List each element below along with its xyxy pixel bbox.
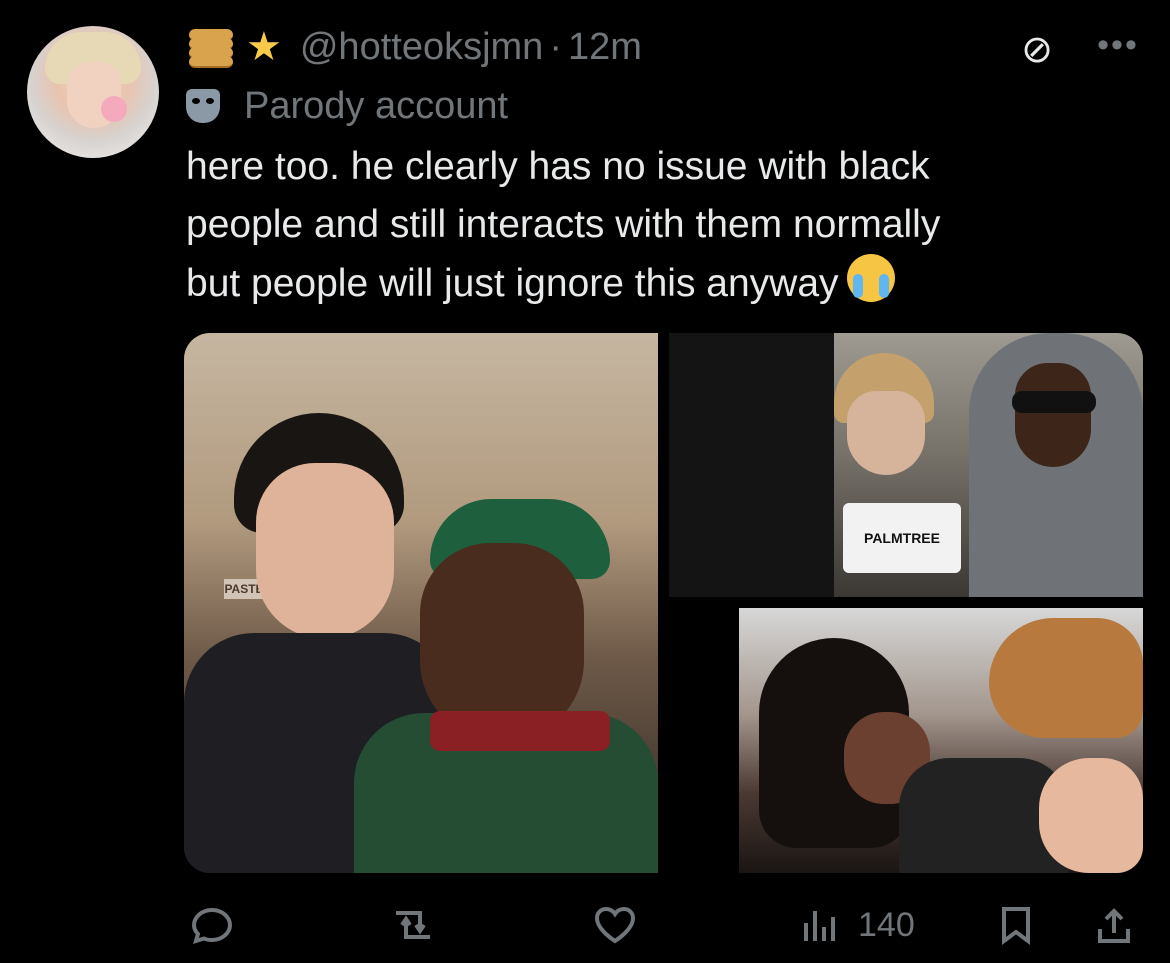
share-button[interactable] <box>1094 905 1134 945</box>
views-button[interactable] <box>800 905 840 945</box>
repost-icon <box>396 911 430 939</box>
share-icon <box>1098 908 1130 943</box>
blond-person-hair <box>989 618 1143 738</box>
glowing-star-icon: ★ <box>246 25 282 69</box>
right-person-sunglasses <box>1012 391 1096 413</box>
photo-left[interactable]: PASTE <box>184 333 658 873</box>
views-count: 140 <box>858 906 915 944</box>
smiling-person-face <box>1039 758 1143 873</box>
like-button[interactable] <box>593 905 637 945</box>
photo-bottom-right[interactable] <box>739 608 1143 873</box>
avatar[interactable] <box>27 26 159 158</box>
right-person-face <box>1015 363 1091 467</box>
mute-icon[interactable]: ⊘ <box>1017 30 1057 70</box>
palmtree-sign: PALMTREE <box>843 503 961 573</box>
repost-button[interactable] <box>388 905 438 945</box>
bookmark-icon <box>1002 907 1030 945</box>
person-one-face <box>256 463 394 639</box>
reply-button[interactable] <box>190 905 234 945</box>
photo-top-right[interactable]: PALMTREE <box>669 333 1143 597</box>
parody-label: Parody account <box>244 84 509 127</box>
parody-badge: Parody account <box>186 82 508 130</box>
post-text-body: here too. he clearly has no issue with b… <box>186 145 941 305</box>
performing-arts-mask-icon <box>186 89 220 123</box>
left-person-shirt <box>669 333 834 597</box>
separator: · <box>549 25 562 68</box>
post-time[interactable]: 12m <box>568 26 642 69</box>
views-bar-icon <box>804 911 835 941</box>
bookmark-button[interactable] <box>999 905 1033 945</box>
loudly-crying-face-icon <box>846 254 895 302</box>
pancake-icon <box>186 27 236 68</box>
reply-icon <box>191 907 233 945</box>
post-text: here too. he clearly has no issue with b… <box>186 138 1126 313</box>
heart-icon <box>594 906 636 944</box>
author-handle[interactable]: @hotteoksjmn <box>300 26 543 69</box>
media-grid[interactable]: PASTE PALMTREE <box>184 333 1143 873</box>
avatar-flower <box>101 96 127 122</box>
more-icon[interactable]: ••• <box>1095 28 1141 62</box>
person-two-collar <box>430 711 610 751</box>
post-header: ★ @hotteoksjmn · 12m <box>186 22 642 72</box>
center-person-face <box>847 391 925 475</box>
